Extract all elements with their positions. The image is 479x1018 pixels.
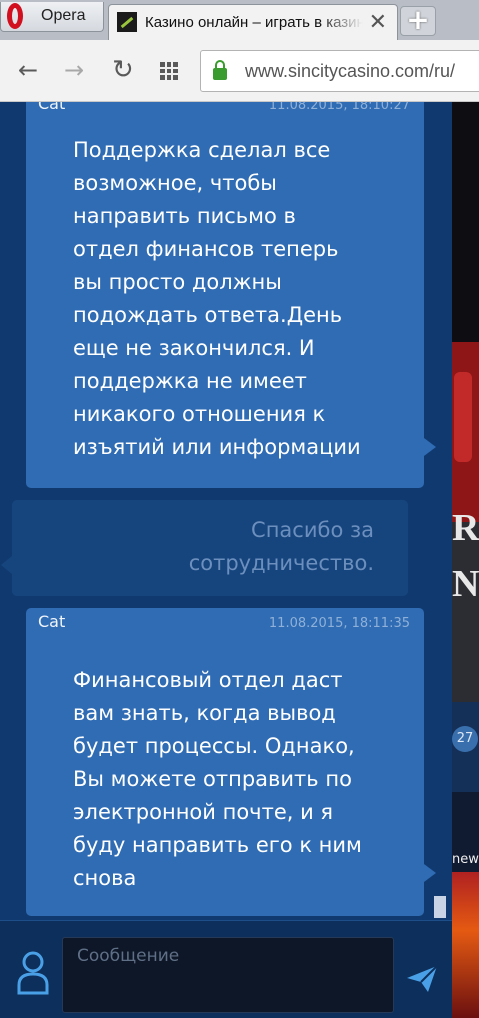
user-avatar-icon[interactable] (16, 949, 50, 995)
chat-scrollbar[interactable] (434, 896, 446, 918)
agent-message: Cat 11.08.2015, 18:11:35 Финансовый отде… (26, 608, 436, 916)
tab-title: Казино онлайн – играть в казино (145, 14, 363, 31)
agent-message: Cat 11.08.2015, 18:10:27 Поддержка сдела… (26, 102, 436, 488)
new-label: new (452, 852, 479, 867)
address-bar[interactable]: www.sincitycasino.com/ru/ (200, 50, 479, 92)
message-timestamp: 11.08.2015, 18:11:35 (268, 616, 410, 631)
secure-lock-icon (213, 60, 227, 80)
opera-logo-icon (7, 3, 23, 29)
send-icon[interactable] (406, 965, 438, 993)
address-url[interactable]: www.sincitycasino.com/ru/ (245, 61, 455, 82)
chat-panel: Cat 11.08.2015, 18:10:27 Поддержка сдела… (0, 102, 452, 1018)
browser-tab-active[interactable]: Казино онлайн – играть в казино ✕ (108, 4, 398, 40)
back-arrow-icon[interactable]: ← (18, 58, 38, 82)
banner-letters: RA N (452, 507, 479, 605)
message-author: Cat (38, 612, 66, 631)
user-message: Спасибо за сотрудничество. (1, 500, 408, 596)
message-text: Спасибо за сотрудничество. (188, 518, 374, 575)
page-content: Cat 11.08.2015, 18:10:27 Поддержка сдела… (0, 102, 479, 1018)
casino-side-banner[interactable]: RA N 27 new (452, 102, 479, 1018)
message-text: Поддержка сделал все возможное, чтобы на… (73, 138, 361, 459)
reload-icon[interactable]: ↻ (112, 57, 134, 83)
message-input[interactable]: Сообщение (62, 937, 394, 1013)
opera-menu-label: Opera (41, 7, 86, 24)
message-timestamp: 11.08.2015, 18:10:27 (268, 102, 410, 113)
new-tab-button[interactable]: + (400, 6, 436, 36)
game-thumbnail[interactable] (452, 872, 479, 1018)
favicon-icon (117, 12, 137, 32)
browser-tab-bar: Opera Казино онлайн – играть в казино ✕ … (0, 0, 479, 40)
message-author: Cat (38, 102, 66, 113)
opera-menu-button[interactable]: Opera (0, 2, 104, 32)
forward-arrow-icon[interactable]: → (64, 58, 84, 82)
count-badge: 27 (452, 726, 478, 752)
message-composer: Сообщение (0, 920, 452, 1018)
browser-toolbar: ← → ↻ www.sincitycasino.com/ru/ (0, 40, 479, 102)
speed-dial-grid-icon[interactable] (160, 62, 178, 80)
tab-close-icon[interactable]: ✕ (369, 10, 387, 35)
message-text: Финансовый отдел даст вам знать, когда в… (73, 668, 362, 890)
